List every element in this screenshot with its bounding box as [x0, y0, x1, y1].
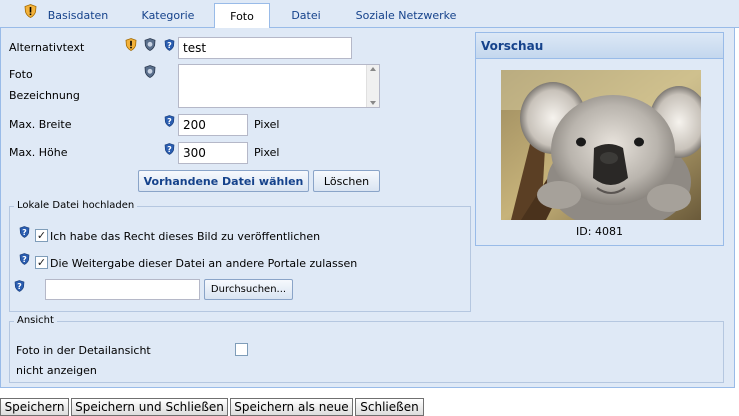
max-height-label: Max. Höhe — [9, 146, 68, 159]
upload-legend: Lokale Datei hochladen — [14, 200, 138, 211]
svg-text:?: ? — [167, 41, 172, 50]
scroll-down-icon[interactable] — [370, 101, 376, 105]
preview-panel: Vorschau ID: 4081 — [475, 32, 724, 246]
tab-kategorie[interactable]: Kategorie — [128, 3, 208, 28]
svg-text:?: ? — [17, 282, 22, 291]
tab-soziale-netzwerke[interactable]: Soziale Netzwerke — [344, 3, 468, 28]
save-button[interactable]: Speichern — [0, 398, 69, 416]
rights-label: Ich habe das Recht dieses Bild zu veröff… — [50, 230, 321, 243]
tab-basisdaten[interactable]: Basisdaten — [38, 3, 118, 28]
scroll-up-icon[interactable] — [370, 67, 376, 71]
bezeichnung-label: Bezeichnung — [9, 89, 80, 102]
rights-checkbox[interactable]: ✓ — [35, 229, 48, 242]
file-path-input[interactable] — [45, 279, 200, 300]
tab-bar: Basisdaten Kategorie Foto Datei Soziale … — [0, 0, 739, 29]
help-icon[interactable]: ? — [19, 253, 30, 265]
alt-text-input[interactable] — [178, 37, 352, 59]
save-as-new-button[interactable]: Speichern als neue — [230, 398, 353, 416]
svg-text:?: ? — [167, 117, 172, 126]
svg-text:?: ? — [22, 255, 27, 264]
svg-text:?: ? — [22, 228, 27, 237]
max-width-input[interactable] — [178, 114, 248, 136]
preview-title: Vorschau — [476, 33, 723, 59]
tab-datei[interactable]: Datei — [282, 3, 330, 28]
view-legend: Ansicht — [14, 315, 57, 326]
share-label: Die Weitergabe dieser Datei an andere Po… — [50, 257, 358, 270]
help-icon[interactable]: ? — [164, 143, 175, 155]
foto-label: Foto — [9, 68, 33, 81]
max-width-unit: Pixel — [254, 118, 280, 131]
warning-shield-icon — [24, 4, 37, 18]
share-checkbox[interactable]: ✓ — [35, 256, 48, 269]
choose-existing-file-button[interactable]: Vorhandene Datei wählen — [138, 170, 309, 192]
svg-text:?: ? — [167, 145, 172, 154]
help-icon[interactable]: ? — [164, 39, 175, 51]
warning-shield-icon — [125, 38, 137, 51]
max-height-input[interactable] — [178, 142, 248, 164]
help-icon[interactable]: ? — [14, 280, 25, 292]
close-button[interactable]: Schließen — [355, 398, 424, 416]
upload-fieldset: Lokale Datei hochladen ? ✓ Ich habe das … — [9, 200, 471, 312]
textarea-scrollbar[interactable] — [366, 65, 379, 107]
tab-foto[interactable]: Foto — [214, 3, 270, 29]
max-height-unit: Pixel — [254, 146, 280, 159]
hide-photo-label-line1: Foto in der Detailansicht — [16, 344, 151, 357]
preview-id: ID: 4081 — [576, 225, 623, 238]
delete-button[interactable]: Löschen — [313, 170, 380, 192]
help-icon[interactable]: ? — [164, 115, 175, 127]
hide-photo-label-line2: nicht anzeigen — [16, 364, 97, 377]
bezeichnung-textarea[interactable] — [178, 64, 380, 108]
save-and-close-button[interactable]: Speichern und Schließen — [71, 398, 228, 416]
hide-photo-checkbox[interactable] — [235, 343, 248, 356]
view-fieldset: Ansicht Foto in der Detailansicht nicht … — [9, 315, 724, 383]
browse-button[interactable]: Durchsuchen... — [204, 279, 293, 300]
max-width-label: Max. Breite — [9, 118, 72, 131]
koala-photo — [501, 70, 701, 220]
shield-icon — [144, 65, 156, 78]
shield-icon — [144, 38, 156, 51]
help-icon[interactable]: ? — [19, 226, 30, 238]
alt-text-label: Alternativtext — [9, 41, 85, 54]
foto-panel: Alternativtext ? Foto Bezeichnung Max. B… — [0, 28, 735, 388]
